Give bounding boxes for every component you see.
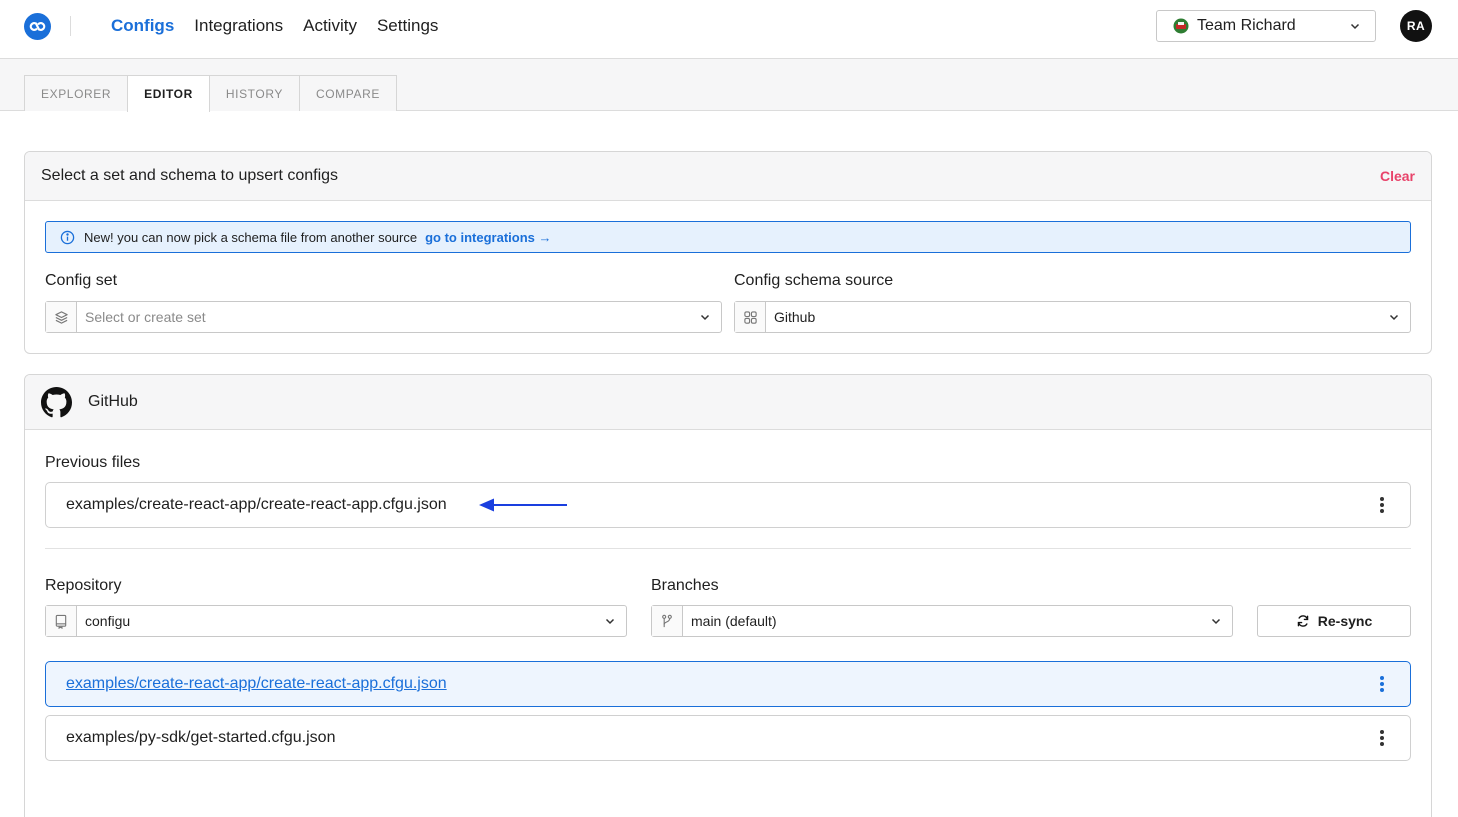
schema-source-select[interactable]: Github xyxy=(734,301,1411,333)
team-select[interactable]: Team Richard xyxy=(1156,10,1376,42)
more-options-icon[interactable] xyxy=(1374,728,1390,748)
team-emblem-icon xyxy=(1173,18,1189,34)
tab-compare[interactable]: COMPARE xyxy=(298,75,397,111)
go-to-integrations-link[interactable]: go to integrations → xyxy=(425,230,551,245)
configu-logo-icon[interactable] xyxy=(24,13,51,40)
tab-history[interactable]: HISTORY xyxy=(208,75,300,111)
chevron-down-icon xyxy=(1200,615,1232,627)
previous-file-name: examples/create-react-app/create-react-a… xyxy=(66,496,447,513)
team-label: Team Richard xyxy=(1197,17,1296,34)
repository-label: Repository xyxy=(45,577,122,594)
file-name: examples/py-sdk/get-started.cfgu.json xyxy=(66,729,336,746)
tab-strip: EXPLORER EDITOR HISTORY COMPARE xyxy=(0,59,1458,112)
refresh-icon xyxy=(1297,615,1309,627)
clear-button[interactable]: Clear xyxy=(1380,168,1415,184)
branches-label: Branches xyxy=(651,577,719,594)
nav-activity[interactable]: Activity xyxy=(303,16,357,36)
repository-select[interactable]: configu xyxy=(45,605,627,637)
info-icon xyxy=(60,230,75,244)
branches-select[interactable]: main (default) xyxy=(651,605,1233,637)
divider xyxy=(45,548,1411,549)
tab-explorer[interactable]: EXPLORER xyxy=(24,75,129,111)
info-banner: New! you can now pick a schema file from… xyxy=(45,221,1411,253)
github-icon xyxy=(41,386,72,417)
chevron-down-icon xyxy=(594,615,626,627)
nav-integrations[interactable]: Integrations xyxy=(194,16,283,36)
repo-book-icon xyxy=(46,606,77,636)
banner-text: New! you can now pick a schema file from… xyxy=(84,229,418,245)
arrow-left-icon xyxy=(478,498,567,512)
git-branch-icon xyxy=(652,606,683,636)
previous-file-row[interactable]: examples/create-react-app/create-react-a… xyxy=(45,482,1411,528)
tab-editor[interactable]: EDITOR xyxy=(127,75,210,112)
config-set-select[interactable]: Select or create set xyxy=(45,301,722,333)
layers-icon xyxy=(46,302,77,332)
select-set-schema-card: Select a set and schema to upsert config… xyxy=(24,151,1432,354)
branches-value: main (default) xyxy=(691,613,777,629)
repository-value: configu xyxy=(85,613,131,629)
config-set-label: Config set xyxy=(45,272,118,289)
grid-icon xyxy=(735,302,766,332)
chevron-down-icon xyxy=(1378,311,1410,323)
config-set-placeholder: Select or create set xyxy=(85,309,206,325)
nav-configs[interactable]: Configs xyxy=(111,16,174,36)
tabs: EXPLORER EDITOR HISTORY COMPARE xyxy=(24,75,397,112)
schema-source-value: Github xyxy=(774,309,816,325)
github-card-title: GitHub xyxy=(88,393,138,410)
github-card: GitHub Previous files examples/create-re… xyxy=(24,374,1432,817)
nav-settings[interactable]: Settings xyxy=(377,16,438,36)
logo-divider xyxy=(70,16,71,36)
file-name-link[interactable]: examples/create-react-app/create-react-a… xyxy=(66,675,447,693)
previous-files-label: Previous files xyxy=(45,454,141,471)
avatar[interactable]: RA xyxy=(1400,10,1432,42)
schema-source-label: Config schema source xyxy=(734,272,894,289)
file-row[interactable]: examples/create-react-app/create-react-a… xyxy=(45,661,1411,707)
resync-button[interactable]: Re-sync xyxy=(1257,605,1411,637)
card-title: Select a set and schema to upsert config… xyxy=(41,167,339,184)
resync-label: Re-sync xyxy=(1317,613,1373,629)
chevron-down-icon xyxy=(1350,23,1360,30)
top-navbar: Configs Integrations Activity Settings T… xyxy=(0,0,1458,59)
more-options-icon[interactable] xyxy=(1374,495,1390,515)
file-row[interactable]: examples/py-sdk/get-started.cfgu.json xyxy=(45,715,1411,761)
more-options-icon[interactable] xyxy=(1374,674,1390,694)
github-card-header: GitHub xyxy=(25,375,1431,430)
main-nav: Configs Integrations Activity Settings xyxy=(111,16,438,36)
card-header: Select a set and schema to upsert config… xyxy=(25,152,1431,201)
chevron-down-icon xyxy=(689,311,721,323)
